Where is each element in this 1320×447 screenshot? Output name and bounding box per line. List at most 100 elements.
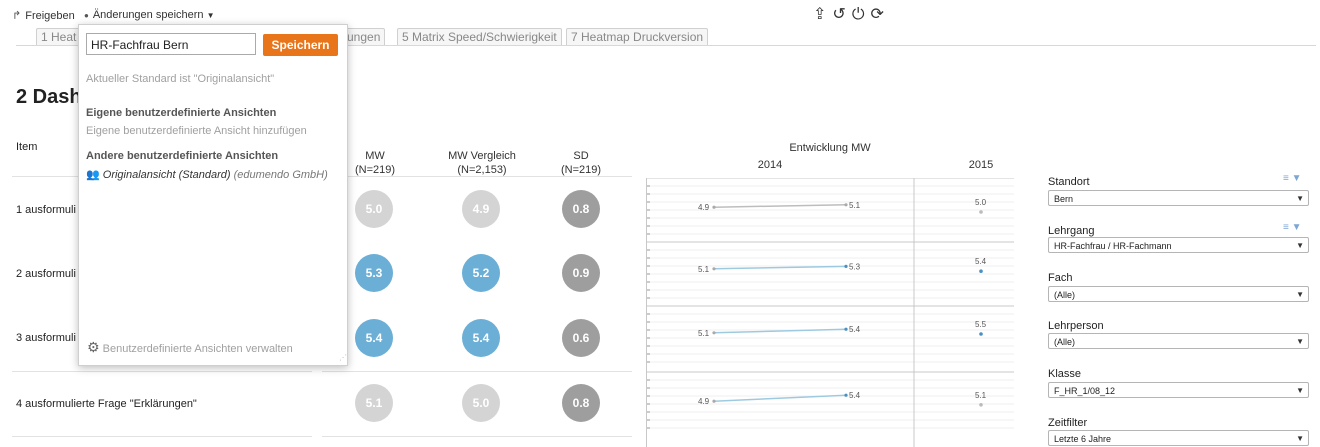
save-changes-menu[interactable]: ● Änderungen speichern ▼	[84, 9, 215, 21]
trend-label: 5.3	[849, 262, 861, 271]
tab-7[interactable]: 7 Heatmap Druckversion	[566, 28, 709, 45]
filter-select-zeitfilter[interactable]: Letzte 6 Jahre ▼	[1048, 430, 1309, 446]
list-icon[interactable]: ≡	[1283, 173, 1289, 184]
item-label-4: 4 ausformulierte Frage "Erklärungen"	[16, 398, 197, 410]
chevron-down-icon: ▼	[1296, 434, 1304, 443]
gear-icon: ⚙	[87, 339, 100, 355]
chevron-down-icon: ▼	[1296, 241, 1304, 250]
trend-point	[844, 327, 848, 331]
mw-compare-circle: 4.9	[462, 190, 500, 228]
filter-label-klasse: Klasse	[1048, 368, 1082, 380]
list-icon[interactable]: ≡	[1283, 222, 1289, 233]
mw-circle: 5.1	[355, 384, 393, 422]
filter-label-fach: Fach	[1048, 272, 1073, 284]
trend-point-2015	[979, 269, 983, 273]
filter-select-lehrgang[interactable]: HR-Fachfrau / HR-Fachmann ▼	[1048, 237, 1309, 253]
trend-point	[844, 264, 848, 268]
chart-year-2014: 2014	[757, 159, 783, 171]
filter-dropdown-icon[interactable]: ▼	[1292, 173, 1302, 184]
manage-views-link[interactable]: ⚙ Benutzerdefinierte Ansichten verwalten	[87, 339, 293, 356]
add-own-view-link[interactable]: Eigene benutzerdefinierte Ansicht hinzuf…	[86, 125, 307, 137]
custom-views-popup: HR-Fachfrau Bern Speichern Aktueller Sta…	[78, 24, 348, 366]
trend-line	[713, 204, 847, 208]
filter-select-standort[interactable]: Bern ▼	[1048, 190, 1309, 206]
col-sd-header: SD (N=219)	[560, 150, 602, 176]
filter-icons-lehrgang[interactable]: ≡ ▼	[1283, 222, 1302, 233]
mw-circle: 5.0	[355, 190, 393, 228]
chart-year-2015: 2015	[968, 159, 994, 171]
power-icon[interactable]: ⏻	[852, 6, 871, 23]
col-mw-compare-header: MW Vergleich (N=2,153)	[448, 150, 516, 176]
trend-point	[712, 205, 716, 209]
sd-circle: 0.6	[562, 319, 600, 357]
sd-circle: 0.8	[562, 384, 600, 422]
trend-label-2015: 5.5	[975, 320, 987, 329]
col-mw-header: MW (N=219)	[354, 150, 396, 176]
tab-5[interactable]: 5 Matrix Speed/Schwierigkeit	[397, 28, 562, 45]
filter-label-zeitfilter: Zeitfilter	[1048, 417, 1088, 429]
current-default-text: Aktueller Standard ist "Originalansicht"	[86, 73, 275, 85]
trend-label-2015: 5.0	[975, 198, 987, 207]
chevron-down-icon: ▼	[1296, 337, 1304, 346]
sd-circle: 0.9	[562, 254, 600, 292]
item-label-2: 2 ausformuli	[16, 268, 76, 280]
filter-label-standort: Standort	[1048, 176, 1090, 188]
item-label-1: 1 ausformuli	[16, 204, 76, 216]
filter-icons-standort[interactable]: ≡ ▼	[1283, 173, 1302, 184]
view-name-input[interactable]: HR-Fachfrau Bern	[86, 33, 256, 55]
item-header: Item	[16, 141, 38, 153]
trend-label-2015: 5.1	[975, 391, 987, 400]
item-label-3: 3 ausformuli	[16, 332, 76, 344]
toolbar-icons: ⇪↺⏻⟳	[813, 4, 890, 24]
other-views-heading: Andere benutzerdefinierte Ansichten	[86, 150, 279, 162]
dot-icon: ●	[84, 11, 89, 20]
trend-point	[844, 393, 848, 397]
filter-label-lehrperson: Lehrperson	[1048, 320, 1104, 332]
trend-point	[844, 203, 848, 207]
row-divider	[322, 176, 632, 177]
row-divider	[12, 371, 312, 372]
undo-icon[interactable]: ↺	[832, 6, 851, 23]
export-icon[interactable]: ⇪	[813, 6, 832, 23]
trend-label: 5.4	[849, 325, 861, 334]
trend-line	[713, 265, 847, 270]
refresh-icon[interactable]: ⟳	[870, 6, 889, 23]
trend-point-2015	[979, 403, 983, 407]
page-title: 2 Dash	[16, 86, 82, 108]
original-view-item[interactable]: 👥 Originalansicht (Standard) (edumendo G…	[86, 168, 328, 181]
trend-point-2015	[979, 332, 983, 336]
own-views-heading: Eigene benutzerdefinierte Ansichten	[86, 107, 277, 119]
users-icon: 👥	[86, 169, 100, 181]
chevron-down-icon: ▼	[1296, 386, 1304, 395]
tab-1[interactable]: 1 Heat	[36, 28, 82, 45]
trend-label: 5.1	[698, 265, 710, 274]
chart-title: Entwicklung MW	[789, 142, 871, 154]
mw-compare-circle: 5.2	[462, 254, 500, 292]
trend-label-2015: 5.4	[975, 257, 987, 266]
filter-label-lehrgang: Lehrgang	[1048, 225, 1095, 237]
trend-point	[712, 331, 716, 335]
trend-point	[712, 399, 716, 403]
filter-panel: Standort ≡ ▼ Bern ▼ Lehrgang ≡ ▼ HR-Fachf…	[1048, 173, 1318, 447]
row-divider	[322, 371, 632, 372]
trend-point	[712, 267, 716, 271]
chevron-down-icon: ▼	[206, 11, 215, 20]
trend-label: 5.1	[698, 329, 710, 338]
sd-circle: 0.8	[562, 190, 600, 228]
filter-select-lehrperson[interactable]: (Alle) ▼	[1048, 333, 1309, 349]
filter-select-fach[interactable]: (Alle) ▼	[1048, 286, 1309, 302]
share-icon: ↱	[12, 10, 22, 22]
filter-dropdown-icon[interactable]: ▼	[1292, 222, 1302, 233]
row-divider	[322, 436, 632, 437]
trend-label: 4.9	[698, 203, 710, 212]
filter-select-klasse[interactable]: F_HR_1/08_12 ▼	[1048, 382, 1309, 398]
trend-label: 4.9	[698, 397, 710, 406]
save-view-button[interactable]: Speichern	[263, 34, 338, 56]
mw-circle: 5.4	[355, 319, 393, 357]
trend-label: 5.4	[849, 391, 861, 400]
row-divider	[12, 436, 312, 437]
resize-handle-icon[interactable]: ⋰	[339, 353, 347, 362]
share-button[interactable]: ↱ Freigeben	[12, 9, 75, 22]
mw-compare-circle: 5.0	[462, 384, 500, 422]
chevron-down-icon: ▼	[1296, 194, 1304, 203]
